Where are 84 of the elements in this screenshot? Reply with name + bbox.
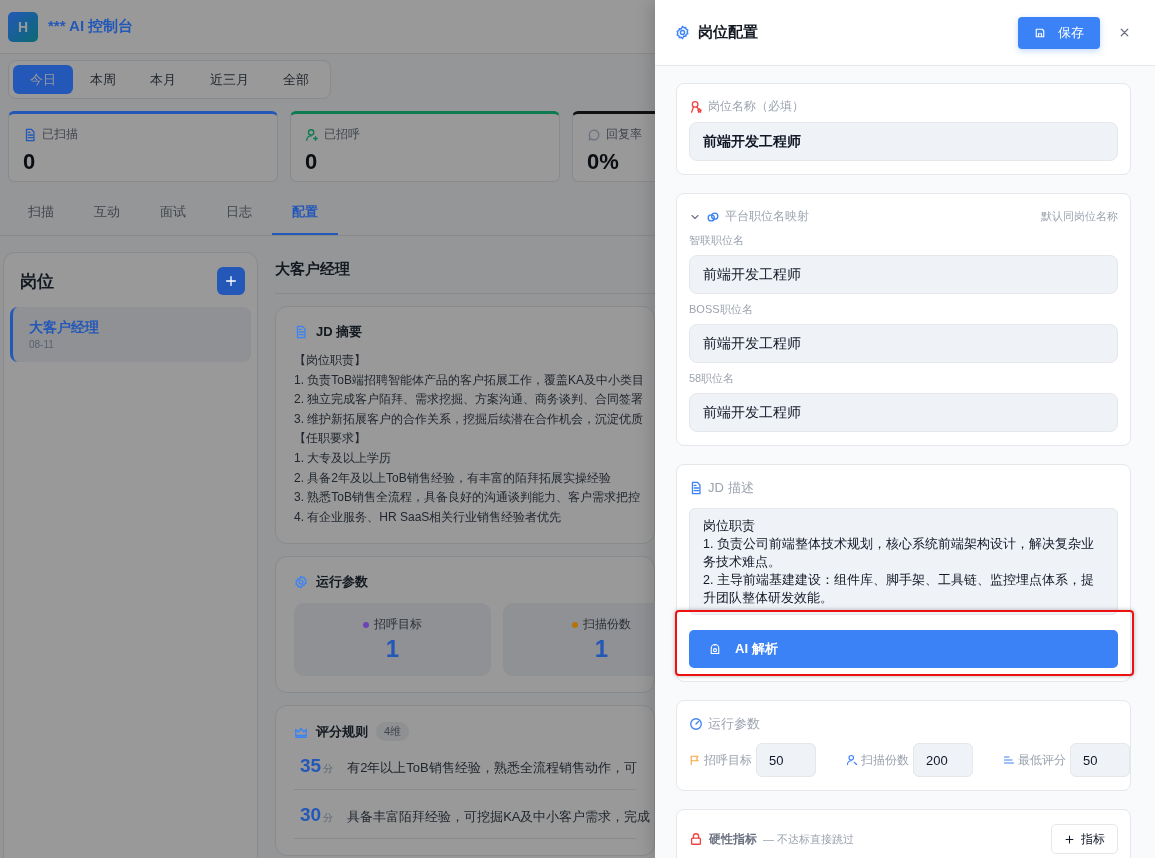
- document-icon: [689, 481, 703, 495]
- plus-icon: [224, 274, 238, 288]
- gauge-icon: [689, 717, 703, 731]
- summary-line: 2. 独立完成客户陌拜、需求挖掘、方案沟通、商务谈判、合同签署: [294, 391, 644, 409]
- section-title: 平台职位名映射: [725, 208, 809, 225]
- position-name: 大客户经理: [29, 319, 100, 337]
- summary-line: 1. 负责ToB端招聘智能体产品的客户拓展工作，覆盖KA及中小类目: [294, 371, 645, 389]
- lines-icon: [1003, 754, 1015, 766]
- tab[interactable]: 面试: [140, 193, 206, 235]
- gear-icon: [294, 575, 308, 590]
- document-icon: [23, 127, 37, 142]
- field-label: BOSS职位名: [689, 302, 753, 317]
- rule-score: 30: [300, 804, 322, 827]
- stat-value: 0%: [587, 149, 619, 175]
- tab[interactable]: 互动: [74, 193, 140, 235]
- add-button[interactable]: [217, 267, 245, 295]
- param-value: 1: [594, 635, 609, 664]
- rule-text: 具备丰富陌拜经验，可挖掘KA及中小客户需求，完成: [347, 808, 651, 827]
- gear-icon: [675, 25, 690, 40]
- card-title: 评分规则: [316, 722, 368, 741]
- param-label: 最低评分: [1018, 751, 1066, 769]
- save-button[interactable]: 保存: [1018, 16, 1100, 49]
- param-label: 招呼目标: [374, 616, 422, 634]
- summary-line: 4. 有企业服务、HR SaaS相关行业销售经验者优先: [294, 508, 562, 526]
- plus-icon: [1064, 833, 1075, 845]
- rule-score: 35: [300, 755, 322, 778]
- chat-bubble-icon: [587, 127, 601, 142]
- add-user-icon: [305, 127, 319, 142]
- drawer-title: 岗位配置: [698, 23, 759, 42]
- summary-line: 3. 维护新拓展客户的合作关系，挖掘后续潜在合作机会，沉淀优质: [294, 410, 644, 428]
- section-hint: 默认同岗位名称: [1041, 209, 1118, 224]
- lock-icon: [689, 832, 703, 846]
- param-field[interactable]: 50: [756, 743, 816, 777]
- save-icon: [1034, 26, 1046, 39]
- tab[interactable]: 扫描: [8, 193, 74, 235]
- flag-icon: [689, 754, 701, 766]
- app-logo: H: [8, 11, 38, 42]
- period-button[interactable]: 本周: [73, 65, 133, 94]
- summary-line: 【岗位职责】: [294, 352, 366, 369]
- section-note: — 不达标直接跳过: [763, 831, 855, 847]
- period-button[interactable]: 本月: [133, 65, 193, 94]
- field-label: 58职位名: [689, 371, 735, 386]
- stat-label: 已扫描: [42, 126, 78, 143]
- param-field[interactable]: 50: [1070, 743, 1130, 777]
- close-icon: [1118, 26, 1131, 39]
- summary-line: 1. 大专及以上学历: [294, 449, 392, 467]
- user-icon: [846, 754, 858, 766]
- section-title: JD 描述: [708, 479, 754, 497]
- param-label: 扫描份数: [583, 616, 631, 634]
- card-title: JD 摘要: [316, 323, 363, 341]
- rule-text: 有2年以上ToB销售经验，熟悉全流程销售动作，可: [347, 759, 637, 778]
- panel-title: 岗位: [20, 270, 54, 293]
- card-title: 运行参数: [316, 573, 368, 592]
- platform-name-field[interactable]: 前端开发工程师: [689, 255, 1118, 294]
- count-badge: 4维: [376, 722, 410, 742]
- field-label: 智联职位名: [689, 233, 744, 248]
- section-title: 运行参数: [708, 715, 760, 733]
- param-label: 招呼目标: [704, 751, 752, 769]
- position-title: 大客户经理: [275, 252, 655, 294]
- link-icon: [706, 209, 720, 224]
- param-value: 1: [385, 635, 400, 664]
- period-button[interactable]: 全部: [266, 65, 326, 94]
- param-label: 扫描份数: [861, 751, 909, 769]
- param-field[interactable]: 200: [913, 743, 973, 777]
- platform-name-field[interactable]: 前端开发工程师: [689, 324, 1118, 363]
- summary-line: 【任职要求】: [294, 430, 366, 448]
- add-metric-button[interactable]: 指标: [1051, 824, 1118, 854]
- award-icon: [689, 99, 703, 114]
- document-icon: [294, 325, 308, 339]
- jd-text-field[interactable]: 岗位职责 1. 负责公司前端整体技术规划，核心系统前端架构设计，解决复杂业务技术难点。 2. 主导前端基建建设：组件库、脚手架、工具链、监控埋点体系，提升团队整体研发效能。: [689, 508, 1118, 615]
- stat-value: 0: [305, 149, 318, 175]
- period-button[interactable]: 近三月: [193, 65, 266, 94]
- summary-line: 2. 具备2年及以上ToB销售经验，有丰富的陌拜拓展实操经验: [294, 469, 611, 487]
- stat-label: 已招呼: [324, 126, 360, 143]
- summary-line: 3. 熟悉ToB销售全流程，具备良好的沟通谈判能力、客户需求把控: [294, 489, 641, 507]
- position-name-field[interactable]: 前端开发工程师: [689, 122, 1118, 161]
- ai-parse-button[interactable]: AI 解析: [689, 630, 1118, 668]
- stat-value: 0: [23, 149, 36, 175]
- stat-label: 回复率: [606, 126, 642, 143]
- app-title: *** AI 控制台: [48, 17, 134, 36]
- platform-name-field[interactable]: 前端开发工程师: [689, 393, 1118, 432]
- field-label: 岗位名称（必填）: [708, 98, 804, 115]
- section-title: 硬性指标: [709, 830, 757, 848]
- tab[interactable]: 日志: [206, 193, 272, 235]
